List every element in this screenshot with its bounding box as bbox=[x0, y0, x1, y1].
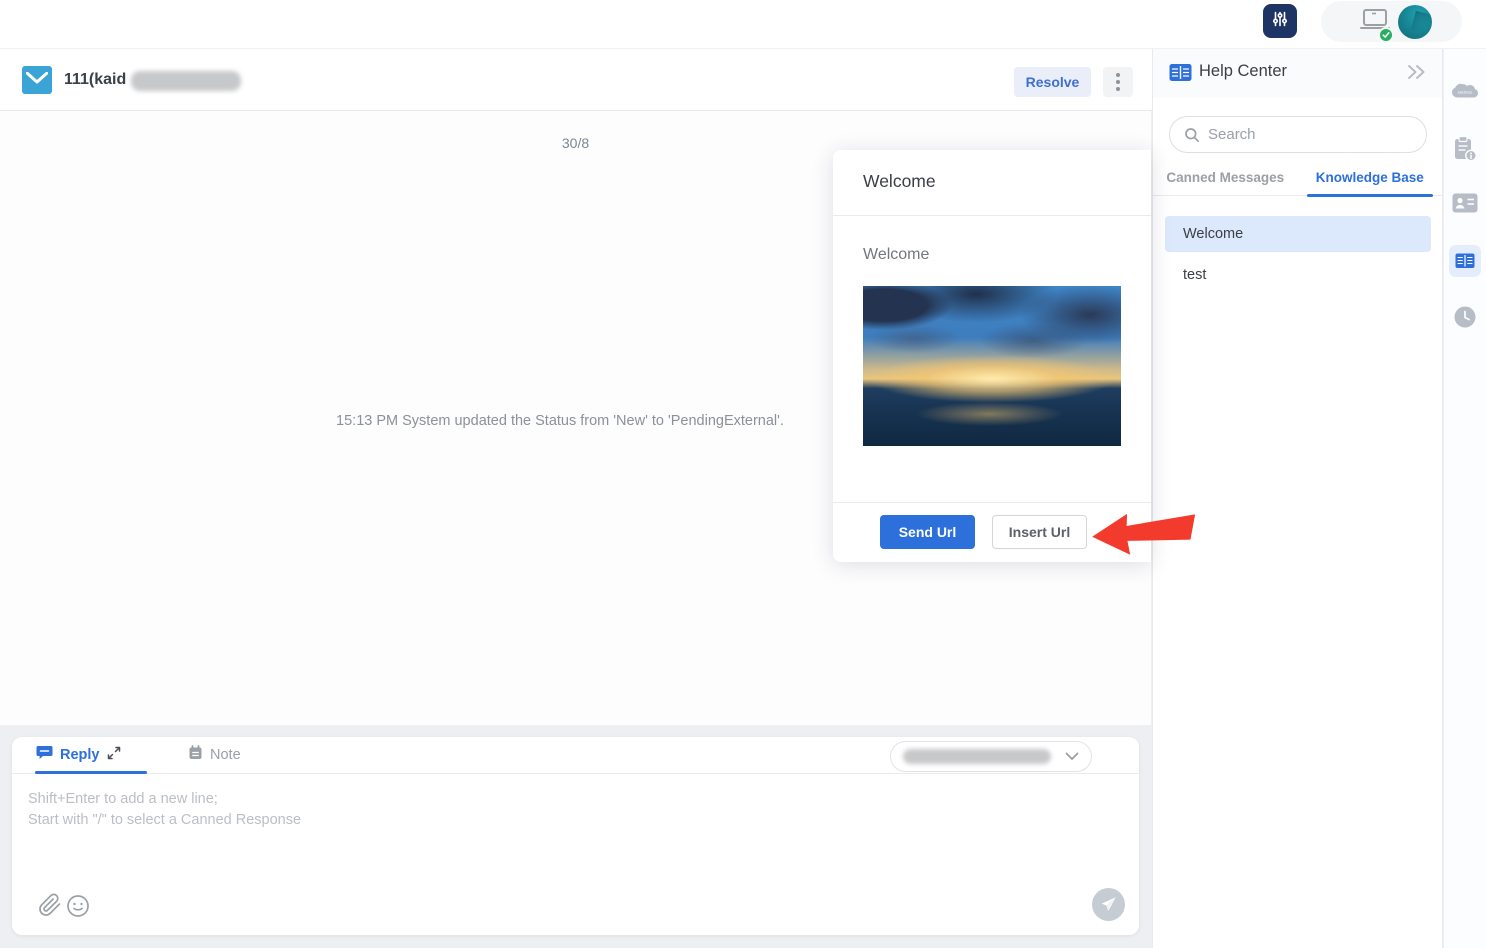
insert-url-button[interactable]: Insert Url bbox=[992, 515, 1087, 549]
reply-placeholder-line2: Start with "/" to select a Canned Respon… bbox=[28, 812, 302, 828]
tab-reply-label: Reply bbox=[60, 747, 100, 763]
search-icon bbox=[1185, 127, 1200, 142]
tab-reply[interactable]: Reply bbox=[36, 737, 121, 773]
reply-placeholder-line1: Shift+Enter to add a new line; bbox=[28, 791, 218, 807]
send-url-button[interactable]: Send Url bbox=[880, 515, 975, 549]
history-clock-icon[interactable] bbox=[1453, 305, 1477, 334]
date-divider: 30/8 bbox=[561, 135, 590, 151]
resolve-button[interactable]: Resolve bbox=[1014, 67, 1091, 97]
filter-settings-button[interactable] bbox=[1263, 4, 1297, 38]
double-chevron-right-icon bbox=[1408, 65, 1425, 79]
composer-card: Reply Note Shift+Enter to add a new line… bbox=[12, 737, 1139, 935]
chevron-down-icon bbox=[1065, 752, 1079, 760]
agent-status-pill[interactable] bbox=[1321, 1, 1462, 43]
contact-card-icon[interactable] bbox=[1451, 192, 1479, 219]
help-center-title: Help Center bbox=[1199, 62, 1288, 80]
paperclip-icon bbox=[39, 893, 61, 916]
salesforce-cloud-icon[interactable]: salesforce bbox=[1451, 81, 1479, 108]
help-center-header: Help Center bbox=[1153, 49, 1442, 98]
article-preview-modal: Welcome Welcome Send Url Insert Url bbox=[833, 150, 1151, 562]
svg-text:salesforce: salesforce bbox=[1458, 90, 1473, 94]
modal-divider bbox=[833, 215, 1151, 216]
user-avatar[interactable] bbox=[1398, 4, 1432, 39]
article-list-item[interactable]: test bbox=[1165, 257, 1431, 293]
send-message-button[interactable] bbox=[1092, 888, 1125, 921]
active-tab-underline bbox=[35, 771, 147, 774]
redacted-channel-value bbox=[903, 749, 1051, 764]
kebab-menu-button[interactable] bbox=[1103, 67, 1133, 97]
note-pad-icon bbox=[188, 745, 203, 765]
composer-region: Reply Note Shift+Enter to add a new line… bbox=[0, 725, 1151, 948]
reply-input[interactable]: Shift+Enter to add a new line; Start wit… bbox=[28, 789, 1028, 879]
chat-bubble-icon bbox=[36, 745, 53, 765]
help-search-box[interactable] bbox=[1169, 116, 1427, 153]
modal-footer-divider bbox=[833, 502, 1151, 503]
tab-canned-messages[interactable]: Canned Messages bbox=[1153, 162, 1298, 195]
expand-icon[interactable] bbox=[107, 746, 121, 765]
open-book-icon bbox=[1169, 63, 1192, 87]
app-root: 111(kaid Resolve 30/8 15:13 PM System up… bbox=[0, 0, 1486, 948]
reply-channel-select[interactable] bbox=[890, 741, 1092, 772]
help-center-tabs: Canned Messages Knowledge Base bbox=[1153, 162, 1442, 196]
article-heading: Welcome bbox=[863, 246, 930, 263]
tab-note-label: Note bbox=[210, 747, 241, 763]
emoji-smile-icon bbox=[67, 895, 89, 917]
right-icon-strip: salesforce bbox=[1444, 49, 1486, 948]
tab-knowledge-base[interactable]: Knowledge Base bbox=[1298, 162, 1443, 195]
knowledge-book-icon-active[interactable] bbox=[1449, 245, 1481, 277]
device-status-icon bbox=[1358, 7, 1394, 43]
clipboard-info-icon[interactable] bbox=[1452, 135, 1478, 168]
email-envelope-icon bbox=[22, 66, 52, 94]
send-plane-icon bbox=[1101, 897, 1116, 911]
top-bar bbox=[0, 0, 1486, 49]
red-arrow-annotation bbox=[1092, 513, 1196, 555]
attach-file-button[interactable] bbox=[38, 893, 64, 919]
article-list-item[interactable]: Welcome bbox=[1165, 216, 1431, 252]
redacted-ticket-name bbox=[131, 71, 241, 91]
help-center-panel: Help Center Canned Messages Knowledge Ba… bbox=[1152, 49, 1443, 948]
sliders-icon bbox=[1271, 10, 1289, 33]
composer-tabs: Reply Note bbox=[12, 737, 1139, 774]
tab-note[interactable]: Note bbox=[188, 737, 241, 773]
ticket-header: 111(kaid Resolve bbox=[0, 49, 1152, 111]
search-input[interactable] bbox=[1208, 126, 1388, 143]
emoji-button[interactable] bbox=[66, 894, 90, 918]
article-sunset-image bbox=[863, 286, 1121, 446]
ticket-title: 111(kaid bbox=[64, 71, 127, 88]
modal-title: Welcome bbox=[863, 171, 936, 191]
collapse-panel-button[interactable] bbox=[1406, 64, 1428, 85]
online-check-icon bbox=[1378, 26, 1394, 43]
